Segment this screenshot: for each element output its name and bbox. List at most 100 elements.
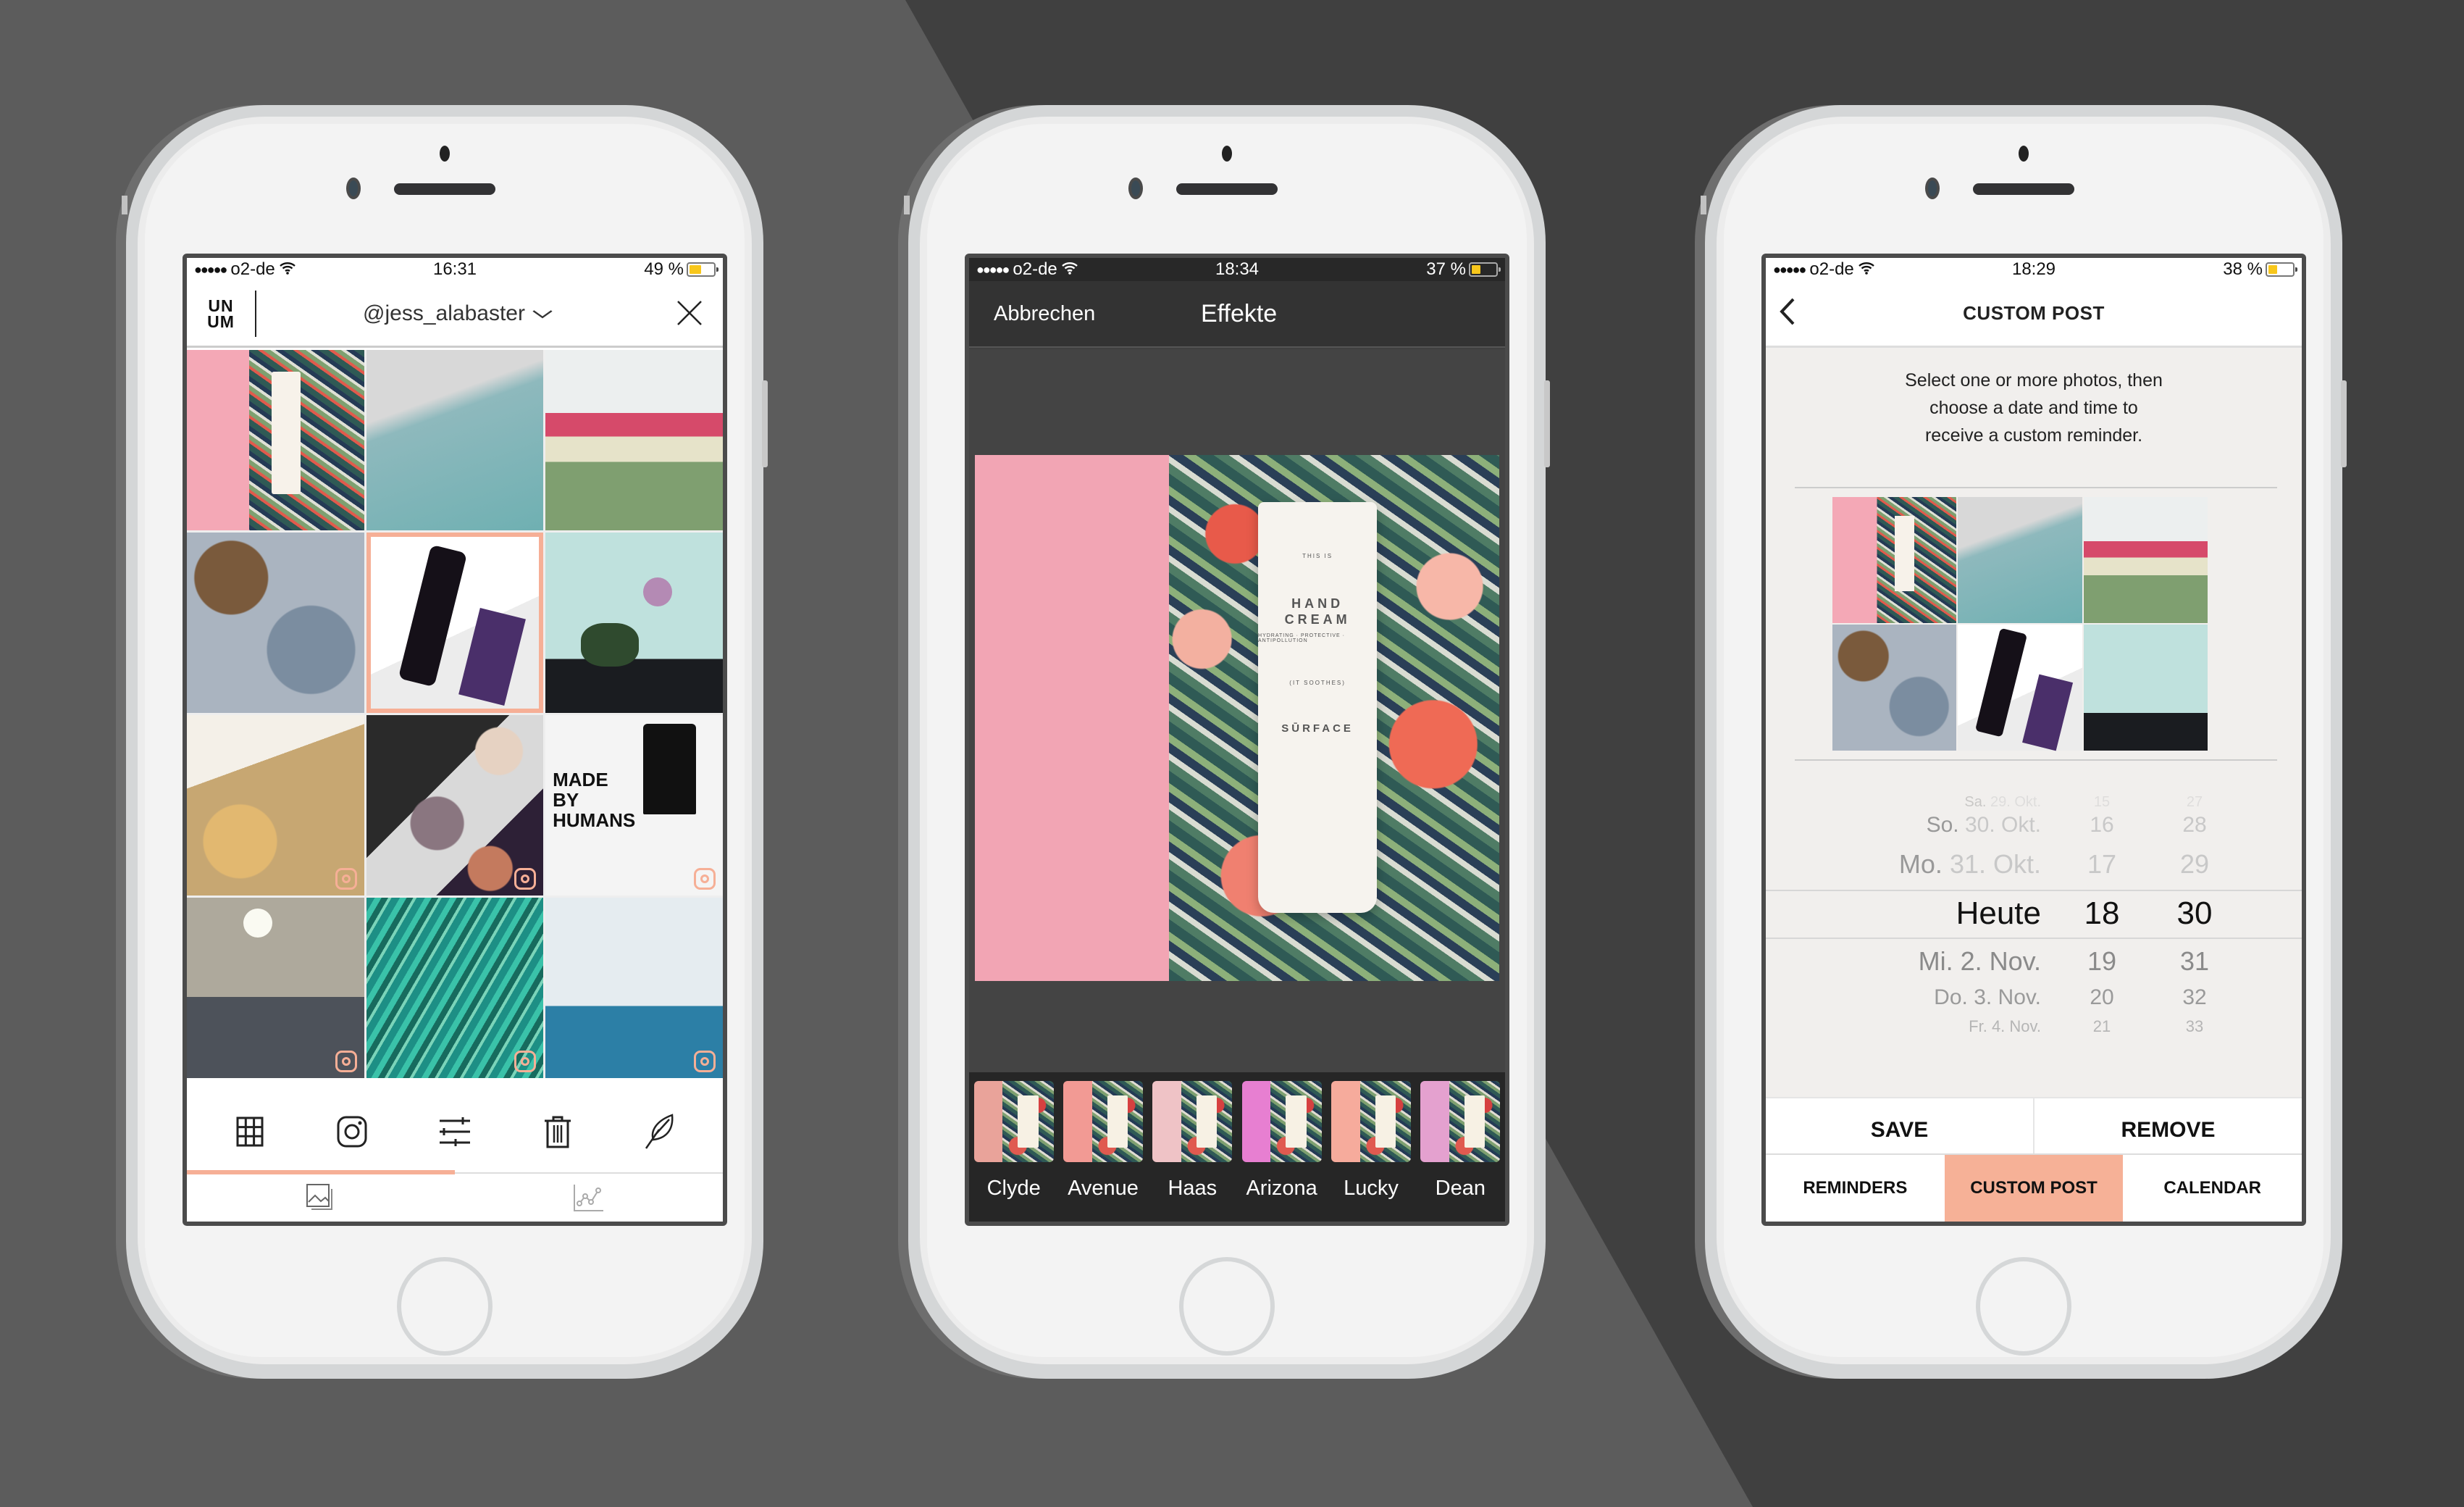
tab-reminders[interactable]: REMINDERS — [1766, 1155, 1945, 1222]
home-button[interactable] — [1179, 1257, 1275, 1356]
battery-percent: 38 % — [2223, 259, 2263, 279]
grid-photo[interactable] — [187, 350, 364, 530]
picker-row[interactable]: Mo. 31. Okt. 17 29 — [1766, 849, 2302, 880]
filter-avenue[interactable]: Avenue — [1063, 1081, 1143, 1222]
filter-name: Clyde — [986, 1177, 1041, 1200]
filter-strip: Clyde Avenue Haas Arizona Lucky Dean — [969, 1072, 1505, 1222]
status-bar: ●●●●● o2-de 16:31 49 % — [187, 258, 723, 281]
battery-icon — [687, 262, 718, 277]
earpiece — [394, 183, 495, 195]
instagram-icon — [694, 1051, 716, 1072]
instagram-icon — [694, 868, 716, 890]
action-toolbar — [198, 1088, 711, 1175]
selected-photo[interactable] — [1958, 625, 2082, 751]
phone-grid-planner: ●●●●● o2-de 16:31 49 % UN UM @jess_alaba… — [116, 105, 768, 1379]
instagram-icon — [335, 868, 357, 890]
filter-name: Haas — [1168, 1177, 1218, 1200]
filter-lucky[interactable]: Lucky — [1331, 1081, 1411, 1222]
tab-stats[interactable] — [455, 1174, 723, 1222]
home-button[interactable] — [1976, 1257, 2071, 1356]
battery-percent: 49 % — [644, 259, 684, 279]
carrier: o2-de — [1809, 259, 1854, 279]
grid-icon[interactable] — [227, 1109, 273, 1155]
instruction-line: receive a custom reminder. — [1924, 425, 2143, 446]
product-brand: SŪRFACE — [1281, 722, 1354, 735]
filter-name: Arizona — [1246, 1177, 1317, 1200]
reminder-actions: SAVE REMOVE — [1766, 1097, 2302, 1162]
selected-photo[interactable] — [2083, 625, 2208, 751]
cancel-button[interactable]: Abbrechen — [969, 302, 1201, 326]
account-switcher[interactable]: @jess_alabaster — [256, 301, 656, 326]
grid-photo[interactable] — [366, 715, 544, 896]
carrier: o2-de — [1013, 259, 1057, 279]
logo-bottom: UM — [207, 312, 235, 331]
power-button — [762, 380, 768, 467]
grid-photo[interactable] — [187, 898, 364, 1078]
picker-row[interactable]: Do. 3. Nov. 20 32 — [1766, 985, 2302, 1010]
wifi-icon — [279, 260, 296, 279]
grid-photo[interactable] — [545, 898, 723, 1078]
instructions: Select one or more photos, then choose a… — [1766, 367, 2302, 449]
proximity-sensor — [2019, 146, 2029, 162]
phone-effects: ●●●●● o2-de 18:34 37 % Abbrechen Effekte — [898, 105, 1550, 1379]
picker-row[interactable]: Mi. 2. Nov. 19 31 — [1766, 946, 2302, 977]
selected-photo[interactable] — [2083, 497, 2208, 623]
photo-tropical-panel: THIS IS HAND CREAM HYDRATING · PROTECTIV… — [1168, 455, 1499, 981]
filter-clyde[interactable]: Clyde — [973, 1081, 1054, 1222]
instagram-icon — [335, 1051, 357, 1072]
grid-photo[interactable] — [366, 898, 544, 1078]
tab-photos[interactable] — [187, 1174, 455, 1222]
tab-calendar[interactable]: CALENDAR — [2123, 1155, 2302, 1222]
date-time-picker[interactable]: Sa. 29. Okt. 15 27 So. 30. Okt. 16 28 Mo. … — [1766, 794, 2302, 1062]
product-sub: HYDRATING · PROTECTIVE · ANTIPOLLUTION — [1258, 633, 1345, 644]
tab-custom-post[interactable]: CUSTOM POST — [1944, 1155, 2124, 1222]
photos-icon — [306, 1184, 332, 1210]
status-bar: ●●●●● o2-de 18:29 38 % — [1766, 258, 2302, 281]
page-title: Effekte — [1201, 299, 1278, 327]
grid-photo[interactable] — [545, 350, 723, 530]
remove-button[interactable]: REMOVE — [2033, 1098, 2302, 1162]
grid-photo[interactable] — [366, 350, 544, 530]
screen: ●●●●● o2-de 18:34 37 % Abbrechen Effekte — [965, 254, 1509, 1226]
grid-photo[interactable] — [545, 533, 723, 713]
instagram-icon[interactable] — [329, 1109, 375, 1155]
battery-icon — [1469, 262, 1501, 277]
hand-cream-tube: THIS IS HAND CREAM HYDRATING · PROTECTIV… — [1258, 502, 1378, 913]
save-button[interactable]: SAVE — [1766, 1098, 2033, 1162]
photo-canvas: THIS IS HAND CREAM HYDRATING · PROTECTIV… — [969, 349, 1505, 1081]
selected-photo[interactable] — [1958, 497, 2082, 623]
mute-switch — [122, 196, 127, 214]
selected-photo[interactable] — [1832, 497, 1957, 623]
filter-thumbnail — [1331, 1081, 1411, 1162]
wifi-icon — [1858, 260, 1874, 279]
feather-icon[interactable] — [637, 1109, 683, 1155]
grid-photo[interactable] — [187, 715, 364, 896]
close-icon[interactable] — [656, 292, 723, 335]
home-button[interactable] — [397, 1257, 493, 1356]
front-camera — [1128, 178, 1143, 199]
filter-dean[interactable]: Dean — [1420, 1081, 1501, 1222]
picker-row[interactable]: Sa. 29. Okt. 15 27 — [1766, 794, 2302, 811]
carrier: o2-de — [230, 259, 275, 279]
grid-photo[interactable] — [187, 533, 364, 713]
grid-photo[interactable]: MADE BY HUMANS — [545, 715, 723, 896]
trash-icon[interactable] — [535, 1109, 581, 1155]
sliders-icon[interactable] — [432, 1109, 478, 1155]
back-chevron-icon[interactable] — [1766, 293, 1809, 335]
bottom-tab-bar: REMINDERS CUSTOM POST CALENDAR — [1766, 1153, 2302, 1222]
battery-icon — [2266, 262, 2297, 277]
signal-icon: ●●●●● — [1773, 262, 1806, 277]
filter-haas[interactable]: Haas — [1152, 1081, 1233, 1222]
selected-photo[interactable] — [1832, 625, 1957, 751]
picker-row-selected[interactable]: Heute 18 30 — [1766, 896, 2302, 932]
picker-row[interactable]: So. 30. Okt. 16 28 — [1766, 813, 2302, 838]
phone-custom-post: ●●●●● o2-de 18:29 38 % CUSTOM POST Selec… — [1695, 105, 2347, 1379]
photo-grid: MADE BY HUMANS — [187, 350, 723, 1078]
grid-photo-selected[interactable] — [366, 533, 544, 713]
picker-row[interactable]: Fr. 4. Nov. 21 33 — [1766, 1017, 2302, 1036]
filter-arizona[interactable]: Arizona — [1241, 1081, 1322, 1222]
active-tab-indicator — [187, 1170, 455, 1174]
filter-thumbnail — [1063, 1081, 1143, 1162]
filter-thumbnail — [1152, 1081, 1233, 1162]
mute-switch — [1701, 196, 1706, 214]
